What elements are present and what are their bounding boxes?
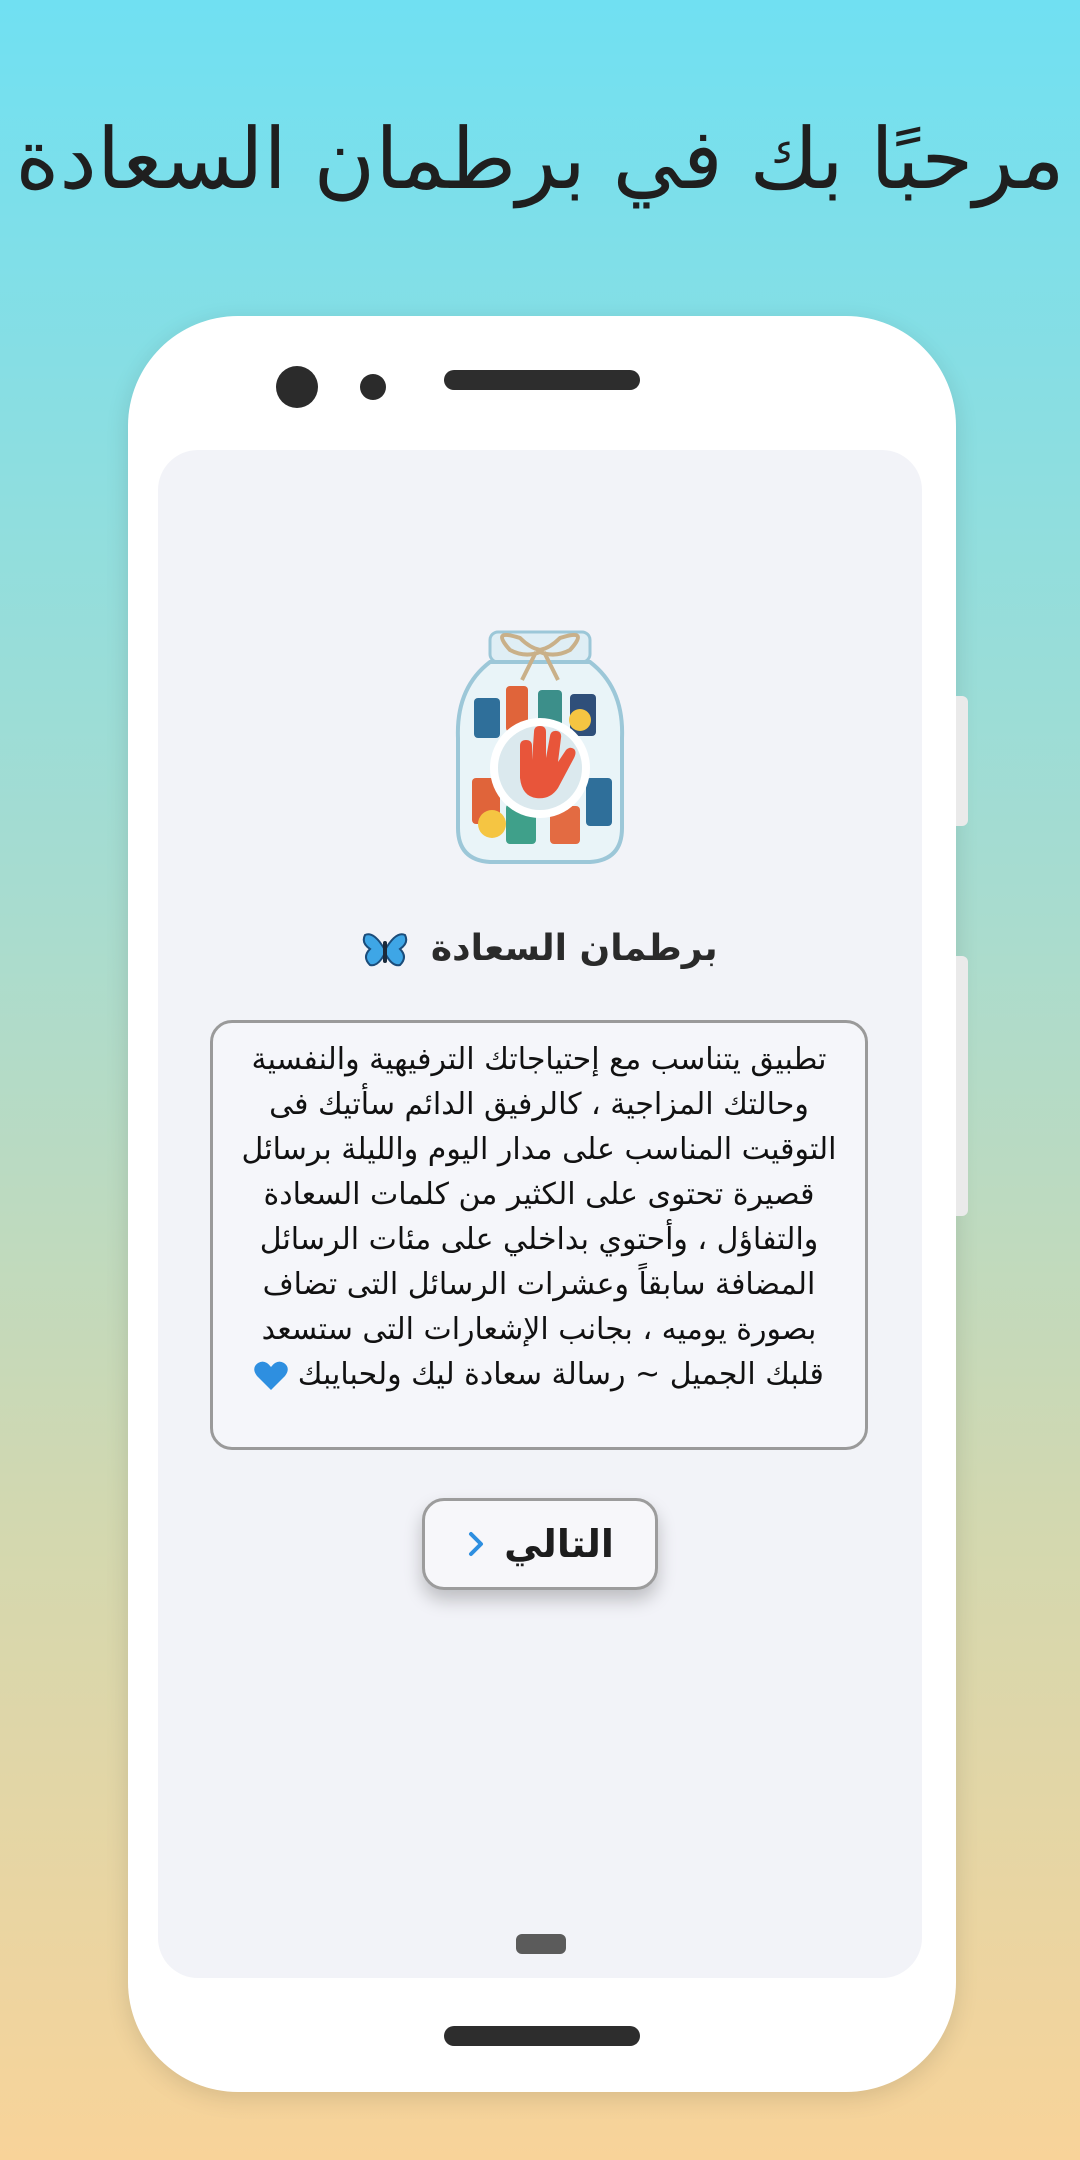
welcome-headline: مرحبًا بك في برطمان السعادة [15,110,1065,208]
app-title: برطمان السعادة [158,928,922,969]
chevron-right-icon [469,1532,484,1556]
phone-bottom-bar [444,2026,640,2046]
phone-side-button-volume [956,956,968,1216]
description-text: تطبيق يتناسب مع إحتياجاتك الترفيهية والن… [241,1042,837,1392]
phone-frame: برطمان السعادة تطبيق يتناسب مع إحتياجاتك… [128,316,968,2092]
earpiece-speaker [444,370,640,390]
app-screen: برطمان السعادة تطبيق يتناسب مع إحتياجاتك… [158,450,922,1978]
front-camera-icon [276,366,318,408]
sensor-icon [360,374,386,400]
next-button[interactable]: التالي [422,1498,658,1590]
happiness-jar-logo-icon [455,630,625,864]
description-box: تطبيق يتناسب مع إحتياجاتك الترفيهية والن… [210,1020,868,1450]
butterfly-icon [363,933,408,967]
phone-side-button-power [956,696,968,826]
next-button-label: التالي [504,1522,614,1566]
app-title-text: برطمان السعادة [430,928,718,969]
home-indicator[interactable] [516,1934,566,1954]
blue-heart-icon [254,1361,288,1390]
